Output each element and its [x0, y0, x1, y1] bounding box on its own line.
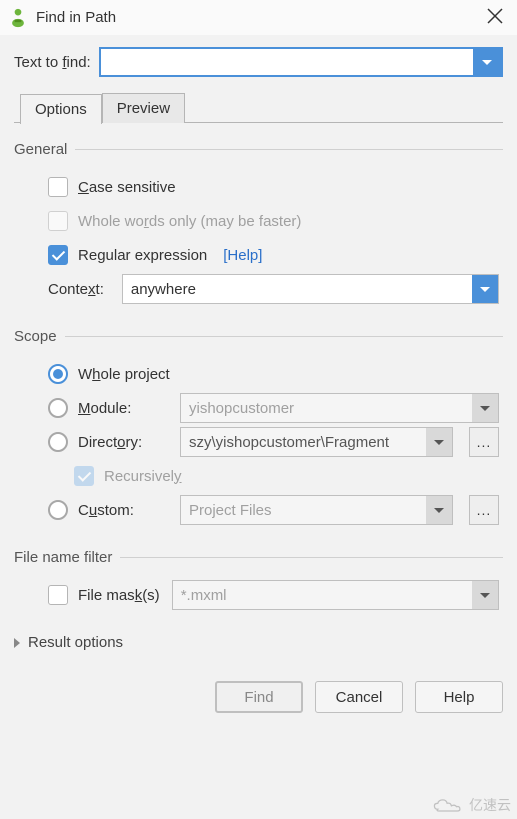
- chevron-down-icon: [434, 440, 444, 445]
- section-file-filter: File name filter File mask(s) *.mxml: [14, 549, 503, 616]
- find-button[interactable]: Find: [215, 681, 303, 713]
- case-sensitive-label: Case sensitive: [78, 179, 176, 196]
- tab-preview[interactable]: Preview: [102, 93, 185, 123]
- section-general: General Case sensitive Whole words only …: [14, 141, 503, 310]
- dialog-buttons: Find Cancel Help: [14, 681, 503, 713]
- find-text-combo[interactable]: [99, 47, 503, 77]
- file-mask-combo[interactable]: *.mxml: [172, 580, 499, 610]
- context-value: anywhere: [123, 275, 472, 303]
- scope-module-dropdown[interactable]: [472, 394, 498, 422]
- app-icon: [8, 8, 28, 28]
- file-mask-label: File mask(s): [78, 587, 160, 604]
- section-general-label: General: [14, 141, 75, 158]
- context-dropdown-button[interactable]: [472, 275, 498, 303]
- find-text-label: Text to find:: [14, 54, 91, 71]
- file-mask-dropdown[interactable]: [472, 581, 498, 609]
- regex-label: Regular expression: [78, 247, 207, 264]
- result-options-disclosure[interactable]: Result options: [14, 634, 503, 651]
- scope-custom-value: Project Files: [181, 496, 426, 524]
- close-button[interactable]: [485, 6, 505, 30]
- title-bar: Find in Path: [0, 0, 517, 35]
- cloud-icon: [431, 796, 465, 814]
- context-label: Context:: [48, 281, 104, 298]
- scope-custom-dropdown[interactable]: [426, 496, 452, 524]
- chevron-down-icon: [434, 508, 444, 513]
- find-history-dropdown[interactable]: [473, 49, 501, 75]
- cancel-button[interactable]: Cancel: [315, 681, 403, 713]
- scope-custom-browse[interactable]: ...: [469, 495, 499, 525]
- result-options-label: Result options: [28, 634, 123, 651]
- scope-module-value: yishopcustomer: [181, 394, 472, 422]
- scope-directory-combo[interactable]: szy\yishopcustomer\Fragment: [180, 427, 453, 457]
- section-scope-label: Scope: [14, 328, 65, 345]
- case-sensitive-checkbox[interactable]: [48, 177, 68, 197]
- window-title: Find in Path: [36, 9, 485, 26]
- whole-words-label: Whole words only (may be faster): [78, 213, 301, 230]
- help-button[interactable]: Help: [415, 681, 503, 713]
- scope-directory-dropdown[interactable]: [426, 428, 452, 456]
- scope-module-combo[interactable]: yishopcustomer: [180, 393, 499, 423]
- scope-module-radio[interactable]: [48, 398, 68, 418]
- scope-module-label: Module:: [78, 400, 170, 417]
- watermark: 亿速云: [425, 791, 517, 819]
- scope-custom-radio[interactable]: [48, 500, 68, 520]
- chevron-down-icon: [480, 406, 490, 411]
- whole-words-checkbox: [48, 211, 68, 231]
- chevron-right-icon: [14, 638, 20, 648]
- chevron-down-icon: [480, 593, 490, 598]
- scope-directory-value: szy\yishopcustomer\Fragment: [181, 428, 426, 456]
- file-mask-checkbox[interactable]: [48, 585, 68, 605]
- chevron-down-icon: [482, 60, 492, 65]
- find-text-input[interactable]: [101, 49, 473, 75]
- file-mask-value: *.mxml: [173, 581, 472, 609]
- scope-directory-browse[interactable]: ...: [469, 427, 499, 457]
- context-combo[interactable]: anywhere: [122, 274, 499, 304]
- scope-custom-label: Custom:: [78, 502, 170, 519]
- regex-checkbox[interactable]: [48, 245, 68, 265]
- tab-options[interactable]: Options: [20, 94, 102, 124]
- find-text-row: Text to find:: [14, 47, 503, 77]
- scope-custom-combo[interactable]: Project Files: [180, 495, 453, 525]
- scope-directory-label: Directory:: [78, 434, 170, 451]
- scope-directory-radio[interactable]: [48, 432, 68, 452]
- scope-whole-project-radio[interactable]: [48, 364, 68, 384]
- regex-help-link[interactable]: [Help]: [223, 247, 262, 264]
- scope-whole-project-label: Whole project: [78, 366, 170, 383]
- scope-recursive-checkbox: [74, 466, 94, 486]
- section-scope: Scope Whole project Module: yishopcustom…: [14, 328, 503, 531]
- section-file-filter-label: File name filter: [14, 549, 120, 566]
- scope-recursive-label: Recursively: [104, 468, 182, 485]
- chevron-down-icon: [480, 287, 490, 292]
- tab-bar: Options Preview: [14, 93, 503, 123]
